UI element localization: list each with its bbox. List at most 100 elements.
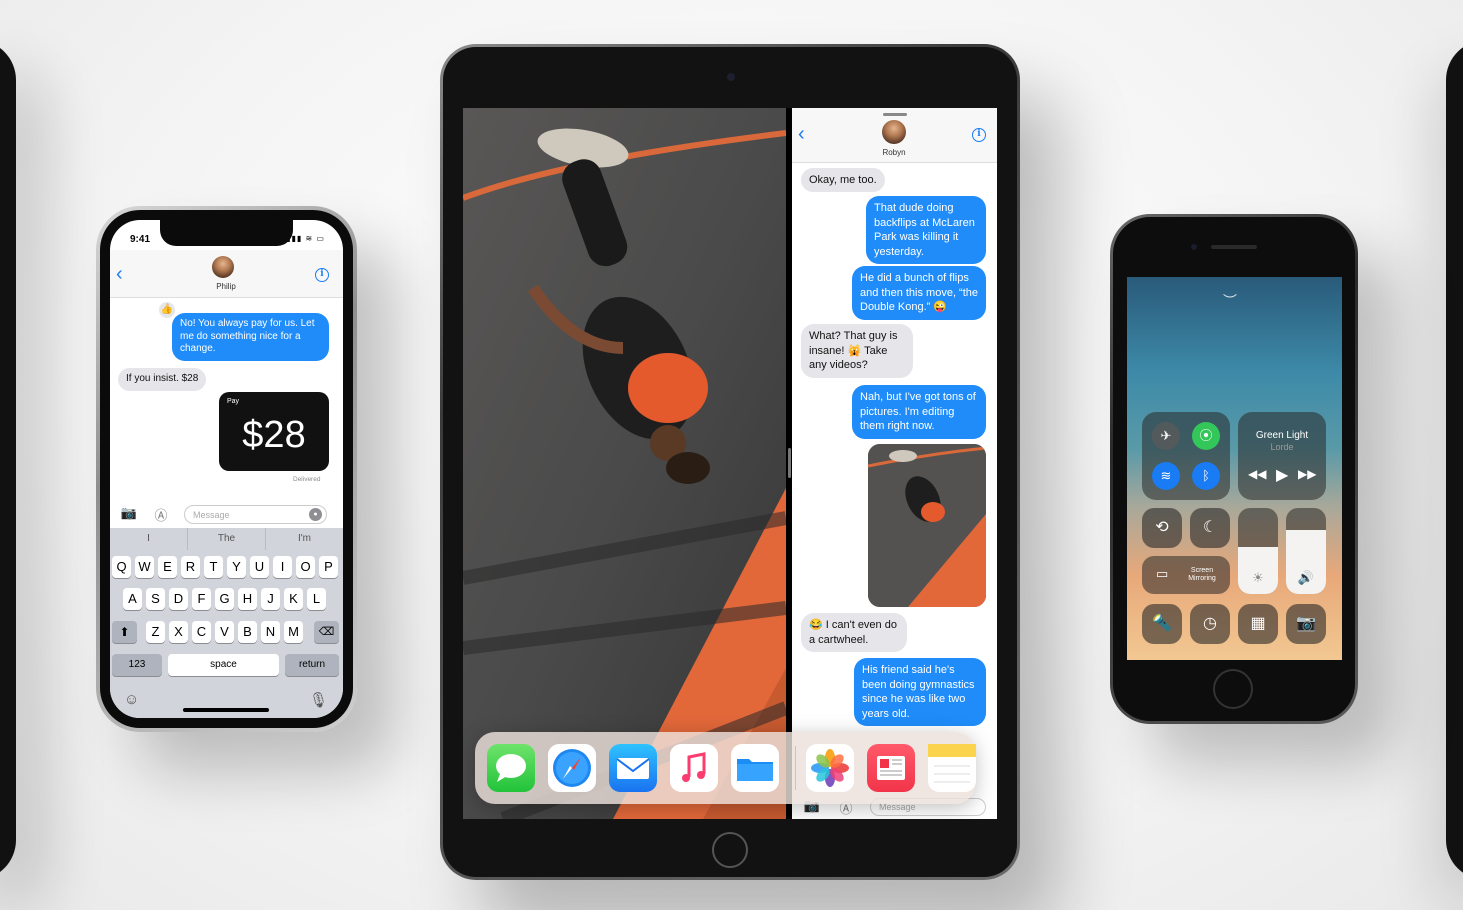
dictation-icon[interactable]: ● [309,508,322,521]
music-app-icon[interactable] [670,744,718,792]
suggestion[interactable]: The [188,528,266,550]
key-q[interactable]: Q [112,556,131,578]
cellular-data-icon[interactable]: ⦿ [1192,422,1220,450]
info-icon[interactable]: i [972,128,986,142]
apple-pay-card[interactable]: Pay $28 [219,392,329,471]
camera-icon[interactable]: 📷 [1286,604,1326,644]
play-icon[interactable]: ▶ [1276,465,1288,485]
microphone-icon[interactable]: 🎙 [309,691,328,709]
key-k[interactable]: K [284,588,303,610]
now-playing-artist: Lorde [1270,442,1294,452]
key-o[interactable]: O [296,556,315,578]
key-t[interactable]: T [204,556,223,578]
emoji-icon[interactable]: ☺ [124,691,139,708]
delivered-status: Delivered [293,476,321,483]
key-p[interactable]: P [319,556,338,578]
flashlight-icon[interactable]: 🔦 [1142,604,1182,644]
slide-over-grabber[interactable] [883,113,907,116]
brightness-slider[interactable]: ☀ [1238,508,1278,594]
photos-app-icon[interactable] [806,744,854,792]
message-bubble-sent: Nah, but I've got tons of pictures. I'm … [852,385,986,439]
app-store-icon[interactable]: Ⓐ [150,505,172,524]
home-indicator[interactable] [183,708,269,712]
key-g[interactable]: G [215,588,234,610]
suggestion[interactable]: I'm [266,528,343,550]
numbers-key[interactable]: 123 [112,654,162,676]
back-chevron-icon[interactable]: ‹ [798,124,805,144]
photo-view[interactable] [463,108,786,819]
message-bubble-sent: No! You always pay for us. Let me do som… [172,313,329,361]
calculator-icon[interactable]: ▦ [1238,604,1278,644]
key-h[interactable]: H [238,588,257,610]
key-m[interactable]: M [284,621,303,643]
rewind-icon[interactable]: ◀◀ [1248,467,1266,481]
info-icon[interactable]: i [315,268,329,282]
mail-app-icon[interactable] [609,744,657,792]
quicktype-bar: I The I'm [110,528,343,550]
partial-device-left [0,40,16,880]
messages-pane: ‹ Robyn i Okay, me too. That dude doing … [792,108,997,819]
wifi-icon[interactable]: ≋ [1152,462,1180,490]
music-note-icon [682,752,706,782]
key-s[interactable]: S [146,588,165,610]
shift-key-icon[interactable]: ⬆ [112,621,137,643]
safari-app-icon[interactable] [548,744,596,792]
home-button[interactable] [712,832,748,868]
apple-pay-label: Pay [227,398,240,405]
message-bubble-received: What? That guy is insane! 🙀 Take any vid… [801,324,913,378]
home-button[interactable] [1213,669,1253,709]
do-not-disturb-icon[interactable]: ☾ [1190,508,1230,548]
key-f[interactable]: F [192,588,211,610]
message-input[interactable]: Message ● [184,505,327,524]
screen-mirroring-button[interactable]: ▭ Screen Mirroring [1142,556,1230,594]
connectivity-panel[interactable]: ✈ ⦿ ≋ ᛒ [1142,412,1230,500]
news-app-icon[interactable] [867,744,915,792]
suggestion[interactable]: I [110,528,188,550]
key-z[interactable]: Z [146,621,165,643]
delete-key-icon[interactable]: ⌫ [314,621,339,643]
timer-icon[interactable]: ◷ [1190,604,1230,644]
status-time: 9:41 [130,234,151,245]
key-x[interactable]: X [169,621,188,643]
photo-attachment[interactable] [868,444,986,607]
key-d[interactable]: D [169,588,188,610]
key-y[interactable]: Y [227,556,246,578]
key-u[interactable]: U [250,556,269,578]
return-key[interactable]: return [285,654,339,676]
back-chevron-icon[interactable]: ‹ [116,264,123,284]
key-l[interactable]: L [307,588,326,610]
iphone-8-device: ︶ ✈ ⦿ ≋ ᛒ Green Light Lorde ◀◀ ▶ ▶▶ ⟲ ☾ … [1110,214,1358,724]
key-v[interactable]: V [215,621,234,643]
space-key[interactable]: space [168,654,279,676]
camera-icon[interactable]: 📷 [118,505,140,521]
key-n[interactable]: N [261,621,280,643]
key-r[interactable]: R [181,556,200,578]
key-b[interactable]: B [238,621,257,643]
key-i[interactable]: I [273,556,292,578]
dock-separator [795,746,796,790]
key-c[interactable]: C [192,621,211,643]
key-e[interactable]: E [158,556,177,578]
split-view-handle[interactable] [788,448,791,478]
backflip-thumbnail [868,444,986,607]
apple-pay-amount: $28 [242,414,306,456]
backflip-photo [463,108,786,819]
messages-app-icon[interactable] [487,744,535,792]
dismiss-chevron-icon[interactable]: ︶ [1223,291,1237,311]
key-w[interactable]: W [135,556,154,578]
notch [160,220,293,246]
airplane-mode-icon[interactable]: ✈ [1152,422,1180,450]
key-j[interactable]: J [261,588,280,610]
files-app-icon[interactable] [731,744,779,792]
bluetooth-icon[interactable]: ᛒ [1192,462,1220,490]
volume-slider[interactable]: 🔊 [1286,508,1326,594]
message-bubble-received: If you insist. $28 [118,368,207,391]
speaker-volume-icon: 🔊 [1297,570,1315,585]
avatar[interactable] [212,256,234,278]
key-a[interactable]: A [123,588,142,610]
fast-forward-icon[interactable]: ▶▶ [1298,467,1316,481]
avatar[interactable] [882,120,906,144]
orientation-lock-icon[interactable]: ⟲ [1142,508,1182,548]
now-playing-panel[interactable]: Green Light Lorde ◀◀ ▶ ▶▶ [1238,412,1326,500]
notes-app-icon[interactable] [928,744,976,792]
